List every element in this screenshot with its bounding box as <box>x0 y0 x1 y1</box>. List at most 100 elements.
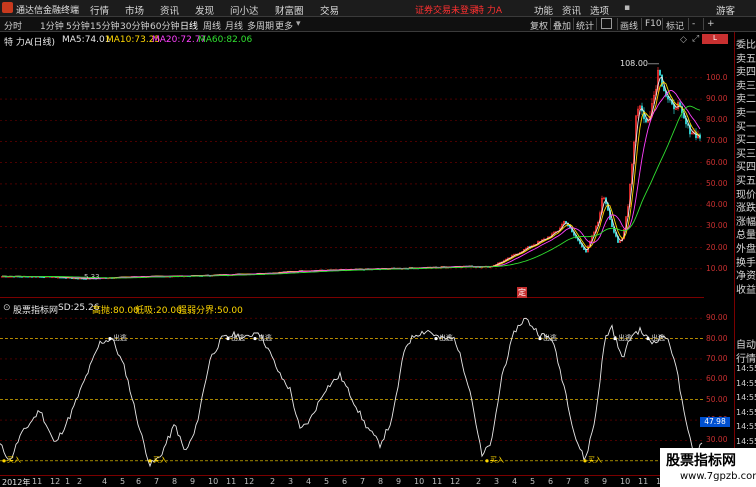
sell-signal-label: 出逃 <box>618 333 632 342</box>
minimize-icon[interactable]: ▪ <box>624 3 630 13</box>
date-axis-label: 9 <box>396 477 402 486</box>
indicator-tick-label: 30.00 <box>706 435 728 445</box>
expand-icon[interactable]: ⤢ <box>692 34 699 44</box>
price-tick-label: 10.00 <box>706 263 728 273</box>
tool-stats[interactable]: 统计 <box>576 19 594 32</box>
price-chart-canvas[interactable] <box>0 32 704 298</box>
tf-monthly[interactable]: 月线 <box>225 19 243 32</box>
login-status[interactable]: 证券交易未登录 <box>415 3 478 16</box>
date-axis-label: 11 <box>432 477 443 486</box>
date-axis-label: 11 <box>226 477 237 486</box>
tf-intraday[interactable]: 分时 <box>4 19 22 32</box>
tool-draw[interactable]: 画线 <box>620 19 638 32</box>
tf-60min[interactable]: 60分钟 <box>150 19 179 32</box>
date-axis-label: 2012年 <box>2 478 31 487</box>
ma20-label: MA20: <box>152 35 181 45</box>
tf-multi[interactable]: 多周期 <box>247 19 274 32</box>
date-axis-label: 3 <box>288 477 294 486</box>
date-axis-label: 7 <box>360 477 366 486</box>
quote-panel-item: 自动 <box>736 340 756 351</box>
indicator-low-buy: 低吸:20.00 <box>135 303 182 316</box>
price-tick-label: 100.0 <box>706 72 728 82</box>
date-axis-label: 12 <box>50 477 61 486</box>
tf-30min[interactable]: 30分钟 <box>120 19 149 32</box>
quote-panel-item: 14:55 <box>736 422 756 431</box>
menu-info[interactable]: 资讯 <box>562 3 581 17</box>
toolbar-divider <box>596 18 597 30</box>
stock-title: 特 力A <box>475 6 503 16</box>
date-axis-label: 9 <box>602 477 608 486</box>
ma5-legend: MA5:74.01 <box>62 35 110 45</box>
date-axis-label: 2 <box>476 477 482 486</box>
window-icon[interactable] <box>601 18 612 29</box>
high-sell-label: 高抛: <box>92 306 114 316</box>
menu-market[interactable]: 市场 <box>125 3 144 17</box>
axis-mode-badge[interactable]: L <box>702 34 728 44</box>
menu-trade[interactable]: 交易 <box>320 3 339 17</box>
tf-weekly[interactable]: 周线 <box>203 19 221 32</box>
ma10-label: MA10: <box>106 35 135 45</box>
date-axis-label: 6 <box>548 477 554 486</box>
sell-signal-dot <box>646 336 650 341</box>
date-axis-label: 5 <box>324 477 330 486</box>
indicator-toggle-icon[interactable]: ⊙ <box>3 303 11 313</box>
price-chart[interactable]: 特 力A (日线) MA5:74.01 MA10:73.25 MA20:72.7… <box>0 32 704 298</box>
site-watermark: 股票指标网 www.7gpzb.com <box>660 448 756 487</box>
tool-mark[interactable]: 标记 <box>666 19 684 32</box>
tool-adjust[interactable]: 复权 <box>530 19 548 32</box>
menu-discover[interactable]: 发现 <box>195 3 214 17</box>
toolbar-divider <box>641 18 642 30</box>
indicator-canvas[interactable] <box>0 300 704 475</box>
tool-f10[interactable]: F10 <box>645 19 662 29</box>
zoom-out-button[interactable]: - <box>692 19 695 29</box>
tf-daily[interactable]: 日线 <box>180 19 198 32</box>
menu-wealth[interactable]: 财富圈 <box>275 3 304 17</box>
watermark-title: 股票指标网 <box>666 453 736 469</box>
indicator-tick-label: 50.00 <box>706 394 728 404</box>
event-marker: 定 <box>517 287 527 298</box>
date-axis-label: 6 <box>342 477 348 486</box>
indicator-tick-label: 80.00 <box>706 333 728 343</box>
date-axis-label: 6 <box>136 477 142 486</box>
tf-1min[interactable]: 1分钟 <box>40 19 64 32</box>
date-axis-label: 8 <box>584 477 590 486</box>
quote-panel-item: 14:55 <box>736 393 756 402</box>
chevron-down-icon[interactable]: ▾ <box>296 19 301 29</box>
tf-15min[interactable]: 15分钟 <box>90 19 119 32</box>
sell-signal-label: 出逃 <box>439 333 453 342</box>
period-label: (日线) <box>30 38 56 48</box>
tf-more[interactable]: 更多 <box>275 19 293 32</box>
guest-user[interactable]: 游客 <box>716 3 735 17</box>
indicator-name: 股票指标网 <box>13 306 59 316</box>
ma5-line <box>2 76 701 280</box>
menu-news[interactable]: 资讯 <box>160 3 179 17</box>
sell-signal-label: 出逃 <box>543 333 557 342</box>
toolbar-divider <box>573 18 574 30</box>
menu-ask[interactable]: 问小达 <box>230 3 259 17</box>
quote-panel-item: 14:55 <box>736 378 756 388</box>
menu-quotes[interactable]: 行情 <box>90 3 109 17</box>
date-axis-label: 12 <box>450 477 461 486</box>
top-menu-bar: 通达信金融终端 行情 市场 资讯 发现 问小达 财富圈 交易 证券交易未登录 特… <box>0 0 756 17</box>
zoom-in-button[interactable]: + <box>707 19 715 29</box>
tf-5min[interactable]: 5分钟 <box>66 19 90 32</box>
menu-functions[interactable]: 功能 <box>534 3 553 17</box>
indicator-chart[interactable]: ⊙ 股票指标网 SD:25.26 高抛:80.00 低吸:20.00 强弱分界:… <box>0 300 704 475</box>
indicator-high-sell: 高抛:80.00 <box>92 303 139 316</box>
settings-icon[interactable]: ◇ <box>680 35 687 45</box>
app-title: 通达信金融终端 <box>16 6 80 16</box>
date-axis-label: 4 <box>512 477 518 486</box>
date-axis-label: 9 <box>190 477 196 486</box>
timeframe-toolbar: 分时 1分钟 5分钟 15分钟 30分钟 60分钟 日线 周线 月线 多周期 更… <box>0 17 756 32</box>
quote-panel-item: 收益 <box>736 284 756 296</box>
toolbar-divider <box>703 18 704 30</box>
date-axis-label: 5 <box>530 477 536 486</box>
toolbar-divider <box>662 18 663 30</box>
tool-overlay[interactable]: 叠加 <box>553 19 571 32</box>
price-tick-label: 20.00 <box>706 242 728 252</box>
menu-options[interactable]: 选项 <box>590 3 609 17</box>
date-axis-label: 4 <box>306 477 312 486</box>
date-axis-label: 8 <box>172 477 178 486</box>
price-tick-label: 70.00 <box>706 136 728 146</box>
sell-signal-label: 出逃 <box>651 333 665 342</box>
